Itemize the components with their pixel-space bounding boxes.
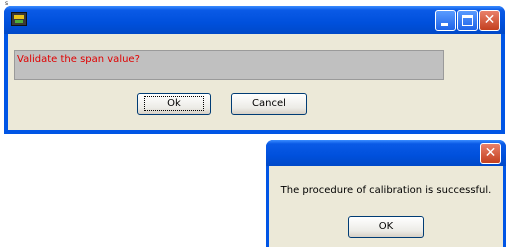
dialog2-ok-button[interactable]: OK bbox=[348, 216, 424, 238]
close-button[interactable]: ✕ bbox=[479, 10, 500, 31]
dialog2-body: The procedure of calibration is successf… bbox=[269, 166, 503, 247]
close-icon: ✕ bbox=[484, 145, 497, 161]
cancel-button-label: Cancel bbox=[252, 98, 286, 109]
calibration-success-dialog: ✕ The procedure of calibration is succes… bbox=[266, 140, 506, 247]
dialog2-titlebar[interactable]: ✕ bbox=[266, 140, 506, 166]
minimize-icon bbox=[441, 23, 448, 26]
app-icon[interactable] bbox=[11, 12, 27, 26]
message-field: Validate the span value? bbox=[14, 50, 444, 80]
validate-span-dialog: ✕ Validate the span value? Ok Cancel bbox=[4, 6, 505, 134]
dialog-titlebar[interactable]: ✕ bbox=[4, 6, 505, 34]
minimize-button[interactable] bbox=[435, 10, 456, 31]
close-icon: ✕ bbox=[483, 12, 496, 28]
ok-button-label: Ok bbox=[144, 96, 204, 111]
message-text: Validate the span value? bbox=[17, 54, 140, 65]
cancel-button[interactable]: Cancel bbox=[231, 93, 307, 115]
dialog2-close-button[interactable]: ✕ bbox=[480, 143, 501, 164]
success-message: The procedure of calibration is successf… bbox=[280, 185, 492, 196]
maximize-button[interactable] bbox=[457, 10, 478, 31]
dialog2-ok-label: OK bbox=[378, 221, 394, 232]
ok-button[interactable]: Ok bbox=[137, 93, 211, 115]
dialog-body: Validate the span value? Ok Cancel bbox=[8, 34, 501, 130]
maximize-icon bbox=[462, 15, 473, 26]
